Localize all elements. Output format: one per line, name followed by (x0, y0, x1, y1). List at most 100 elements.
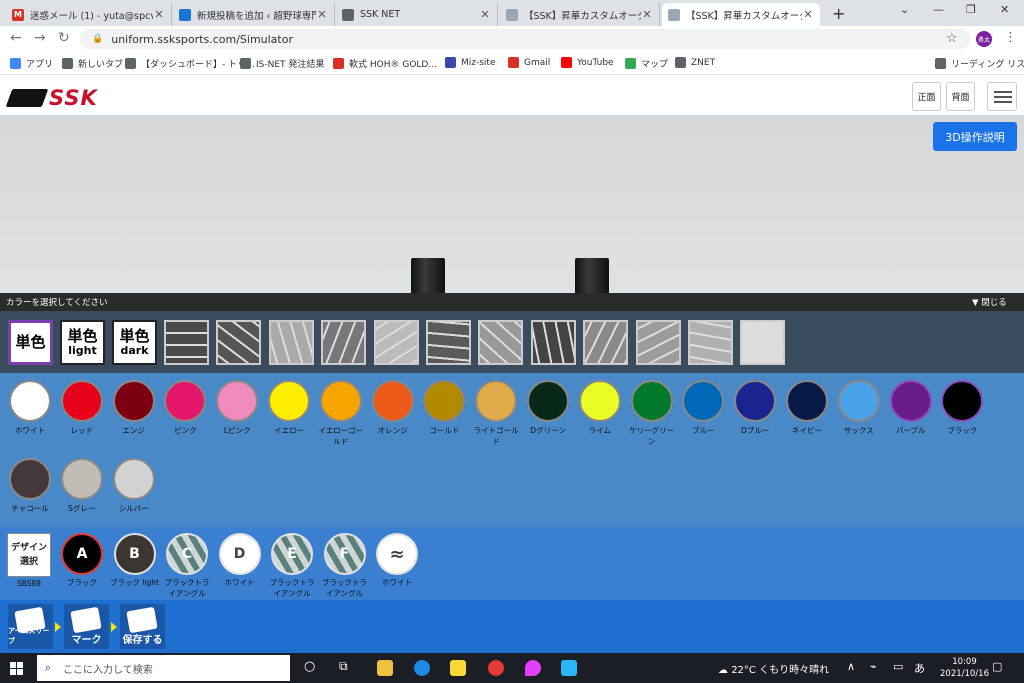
color-swatch[interactable]: ピンク (161, 380, 209, 436)
pattern-noise[interactable] (583, 320, 629, 365)
windows-start-icon[interactable] (10, 662, 23, 675)
tab-0[interactable]: M 迷惑メール (1) - yuta@spcv.jp✕ (6, 3, 172, 26)
ssk-logo[interactable]: SSK (5, 86, 98, 110)
sticky-notes-icon[interactable] (450, 660, 466, 676)
back-icon[interactable]: ← (10, 30, 22, 46)
back-view-button[interactable]: 背面 (946, 82, 975, 111)
bookmark-item[interactable]: Miz-site (445, 57, 496, 68)
pattern-mesh[interactable] (530, 320, 576, 365)
3d-help-button[interactable]: 3D操作説明 (933, 122, 1017, 151)
tab-1[interactable]: 新規投稿を追加 ‹ 超野球専門 ✕ (173, 3, 335, 26)
color-swatch[interactable]: チャコール (6, 458, 54, 514)
close-window-button[interactable]: ✕ (1000, 3, 1009, 16)
pattern-leaf[interactable] (478, 320, 524, 365)
color-swatch[interactable]: ケリーグリーン (628, 380, 676, 447)
new-tab-button[interactable]: + (832, 4, 845, 23)
minimize-button[interactable]: — (933, 3, 944, 16)
explorer-icon[interactable] (377, 660, 393, 676)
close-selector-button[interactable]: ▼ 閉じる (972, 296, 1007, 308)
color-swatch[interactable]: ブラック (938, 380, 986, 436)
bookmark-item[interactable]: アプリ (10, 57, 53, 70)
bookmark-item[interactable]: Gmail (508, 57, 550, 68)
url-input[interactable]: 🔒 uniform.ssksports.com/Simulator (80, 29, 970, 49)
color-swatch[interactable]: パープル (887, 380, 935, 436)
task-view-icon[interactable]: ⧉ (339, 659, 348, 674)
bookmark-item[interactable]: 【ダッシュボード】- トッ... (125, 57, 255, 70)
bookmark-star-icon[interactable]: ☆ (946, 31, 958, 46)
chrome-icon[interactable] (488, 660, 504, 676)
color-swatch[interactable]: ライム (576, 380, 624, 436)
color-swatch[interactable]: ホワイト (6, 380, 54, 436)
battery-icon[interactable]: ▭ (893, 660, 903, 673)
tab-close-icon[interactable]: ✕ (802, 8, 814, 21)
color-swatch[interactable]: Dブルー (731, 380, 779, 436)
color-swatch[interactable]: サックス (835, 380, 883, 436)
tab-close-icon[interactable]: ✕ (153, 8, 165, 21)
tab-close-icon[interactable]: ✕ (316, 8, 328, 21)
bookmark-item[interactable]: ZNET (675, 57, 715, 68)
color-swatch[interactable]: ライトゴールド (472, 380, 520, 447)
bookmark-item[interactable]: 軟式 HOH® GOLD... (333, 57, 437, 70)
pattern-wood[interactable] (688, 320, 733, 365)
restore-button[interactable]: ❐ (966, 3, 976, 16)
reload-icon[interactable]: ↻ (58, 30, 70, 46)
color-swatch[interactable]: ネイビー (783, 380, 831, 436)
pattern-solid-1[interactable]: 単色 light (60, 320, 105, 365)
front-view-button[interactable]: 正面 (912, 82, 941, 111)
part-D[interactable]: D ホワイト (214, 533, 266, 588)
bookmark-item[interactable]: 新しいタブ (62, 57, 123, 70)
color-swatch[interactable]: イエローゴールド (317, 380, 365, 447)
color-swatch[interactable]: Lピンク (213, 380, 261, 436)
pattern-camo-dark[interactable] (164, 320, 209, 365)
step-1[interactable]: マーク (64, 604, 109, 649)
part-E[interactable]: E ブラックトライアングル (266, 533, 318, 599)
notification-icon[interactable]: ▢ (992, 660, 1002, 673)
hamburger-menu-icon[interactable] (987, 82, 1017, 111)
photos-icon[interactable] (561, 660, 577, 676)
bookmark-item[interactable]: IS-NET 発注結果 (240, 57, 324, 70)
step-0[interactable]: アームスリーブ (8, 604, 53, 649)
pattern-digital-camo[interactable] (216, 320, 262, 365)
part-B[interactable]: B ブラック light (109, 533, 161, 588)
part-C[interactable]: C ブラックトライアングル (161, 533, 213, 599)
reading-list[interactable]: リーディング リスト (935, 57, 1024, 70)
color-swatch[interactable]: イエロー (265, 380, 313, 436)
weather-widget[interactable]: ☁ 22°C くもり時々晴れ (718, 661, 829, 676)
paint-icon[interactable] (525, 660, 541, 676)
tray-expand-icon[interactable]: ∧ (847, 660, 855, 673)
forward-icon[interactable]: → (34, 30, 46, 46)
pattern-solid-0[interactable]: 単色 (8, 320, 53, 365)
design-select-button[interactable]: デザイン選択 (7, 533, 51, 577)
bookmark-item[interactable]: マップ (625, 57, 668, 70)
color-swatch[interactable]: Sグレー (58, 458, 106, 514)
cortana-icon[interactable]: ○ (304, 659, 315, 674)
browser-menu-icon[interactable]: ⋮ (1004, 30, 1017, 45)
step-2[interactable]: 保存する (120, 604, 165, 649)
tab-search-icon[interactable]: ⌄ (900, 3, 909, 16)
color-swatch[interactable]: オレンジ (369, 380, 417, 436)
pattern-shatter[interactable] (321, 320, 367, 365)
ime-indicator[interactable]: あ (914, 660, 925, 676)
pattern-triangle[interactable] (268, 320, 314, 365)
part-F[interactable]: F ブラックトライアングル (319, 533, 371, 599)
pattern-solid-2[interactable]: 単色 dark (112, 320, 157, 365)
pattern-marble[interactable] (740, 320, 786, 365)
tab-3[interactable]: 【SSK】昇華カスタムオーダー シミュ✕ (500, 3, 660, 26)
pattern-stripe[interactable] (373, 320, 419, 365)
pattern-camo-light[interactable] (635, 320, 681, 365)
color-swatch[interactable]: シルバー (110, 458, 158, 514)
tab-close-icon[interactable]: ✕ (479, 8, 491, 21)
pattern-starry[interactable] (426, 320, 471, 365)
color-swatch[interactable]: ブルー (679, 380, 727, 436)
clock[interactable]: 10:09 2021/10/16 (940, 656, 989, 680)
network-icon[interactable]: ⌁ (870, 660, 877, 673)
tab-2[interactable]: SSK NET ✕ (336, 3, 498, 26)
part-A[interactable]: A ブラック (56, 533, 108, 588)
color-swatch[interactable]: レッド (58, 380, 106, 436)
edge-icon[interactable] (414, 660, 430, 676)
bookmark-item[interactable]: YouTube (561, 57, 614, 68)
color-swatch[interactable]: Dグリーン (524, 380, 572, 436)
color-swatch[interactable]: ゴールド (420, 380, 468, 436)
part-logo[interactable]: ≈ ホワイト (371, 533, 423, 588)
tab-close-icon[interactable]: ✕ (641, 8, 653, 21)
